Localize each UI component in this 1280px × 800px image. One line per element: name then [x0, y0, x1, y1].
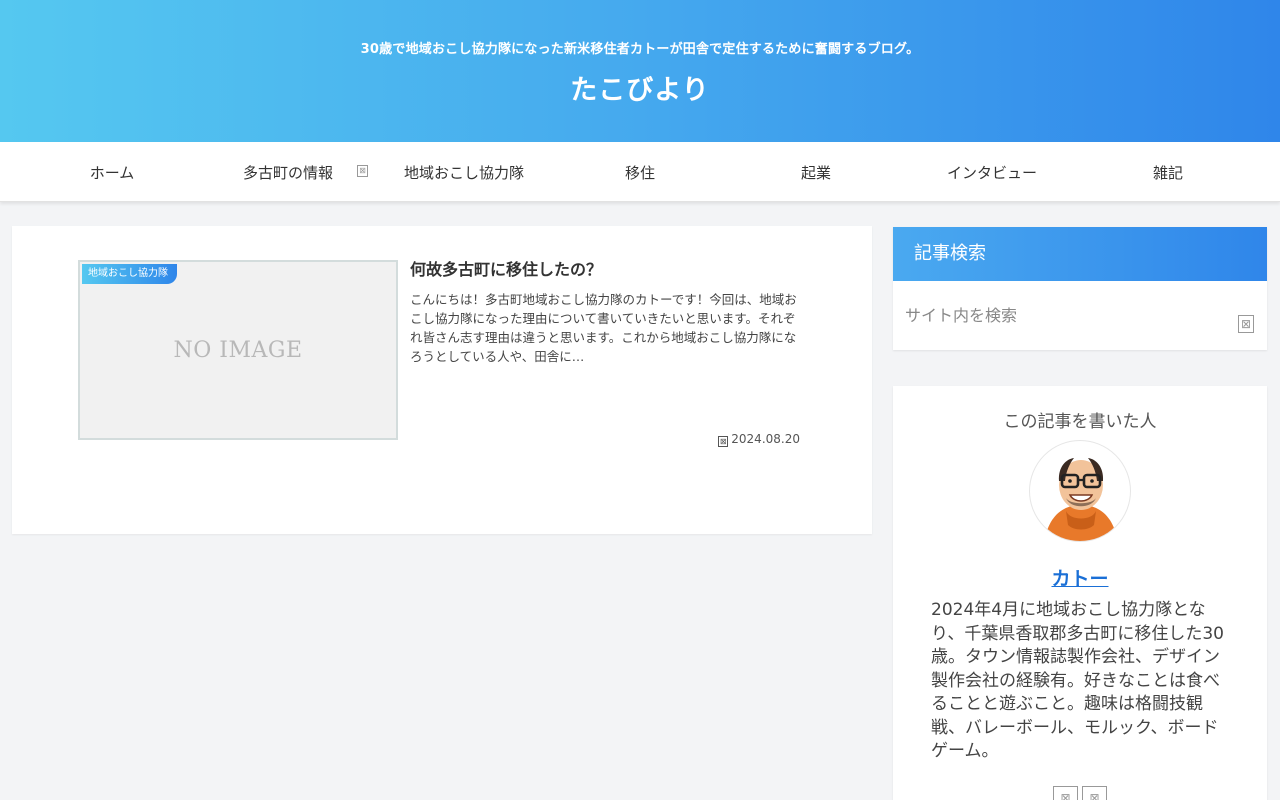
sns-link-icon[interactable]: ⊠ — [1082, 786, 1107, 800]
nav-item-home[interactable]: ホーム — [24, 142, 200, 202]
site-title[interactable]: たこびより — [0, 68, 1280, 107]
nav-item-kigyo[interactable]: 起業 — [728, 142, 904, 202]
nav-item-label: 多古町の情報 — [242, 163, 333, 182]
submenu-icon[interactable]: ⊠ — [357, 165, 368, 177]
search-input[interactable] — [893, 281, 1267, 350]
search-widget-title: 記事検索 — [893, 227, 1267, 281]
main-content: NO IMAGE 地域おこし協力隊 何故多古町に移住したの？ こんにちは！多古町… — [12, 226, 872, 534]
search-icon[interactable]: ⊠ — [1238, 315, 1254, 333]
nav-item-label: 移住 — [624, 163, 655, 182]
sns-links: ⊠ ⊠ — [1053, 786, 1107, 800]
entry-card[interactable]: NO IMAGE 地域おこし協力隊 何故多古町に移住したの？ こんにちは！多古町… — [78, 260, 802, 447]
entry-title[interactable]: 何故多古町に移住したの？ — [410, 260, 802, 280]
category-badge: 地域おこし協力隊 — [82, 264, 177, 284]
nav-item-chiiki-okoshi[interactable]: 地域おこし協力隊 — [376, 142, 552, 202]
nav-item-tako-info[interactable]: 多古町の情報 ⊠ — [200, 142, 376, 202]
nav-item-iju[interactable]: 移住 — [552, 142, 728, 202]
sns-link-icon[interactable]: ⊠ — [1053, 786, 1078, 800]
site-header: 30歳で地域おこし協力隊になった新米移住者カトーが田舎で定住するために奮闘するブ… — [0, 0, 1280, 142]
nav-item-label: 地域おこし協力隊 — [403, 163, 524, 182]
nav-item-label: 起業 — [800, 163, 831, 182]
clock-icon: ⊠ — [718, 436, 729, 447]
no-image-placeholder: NO IMAGE — [173, 337, 303, 363]
nav-item-interview[interactable]: インタビュー — [904, 142, 1080, 202]
author-bio: 2024年4月に地域おこし協力隊となり、千葉県香取郡多古町に移住した30歳。タウ… — [931, 600, 1224, 761]
author-avatar — [1029, 440, 1131, 542]
avatar-illustration — [1044, 458, 1118, 541]
nav-item-label: インタビュー — [946, 163, 1037, 182]
site-tagline: 30歳で地域おこし協力隊になった新米移住者カトーが田舎で定住するために奮闘するブ… — [360, 42, 920, 57]
entry-snippet: こんにちは！多古町地域おこし協力隊のカトーです！今回は、地域おこし協力隊になった… — [410, 292, 797, 364]
author-name-link[interactable]: カトー — [893, 564, 1267, 591]
search-widget: 記事検索 ⊠ — [893, 227, 1267, 350]
author-widget: この記事を書いた人 カトー 2024年4月に地域おこし協力隊となり、千葉県香取郡… — [893, 386, 1267, 800]
entry-date: ⊠ 2024.08.20 — [718, 432, 800, 447]
nav-item-zakki[interactable]: 雑記 — [1080, 142, 1256, 202]
global-nav: ホーム 多古町の情報 ⊠ 地域おこし協力隊 移住 起業 インタビュー 雑記 — [0, 142, 1280, 202]
nav-item-label: ホーム — [89, 163, 135, 182]
entry-thumbnail[interactable]: NO IMAGE 地域おこし協力隊 — [78, 260, 398, 440]
search-box: ⊠ — [893, 281, 1267, 350]
entry-date-text: 2024.08.20 — [731, 432, 800, 446]
nav-item-label: 雑記 — [1152, 163, 1183, 182]
author-heading: この記事を書いた人 — [1003, 412, 1157, 432]
